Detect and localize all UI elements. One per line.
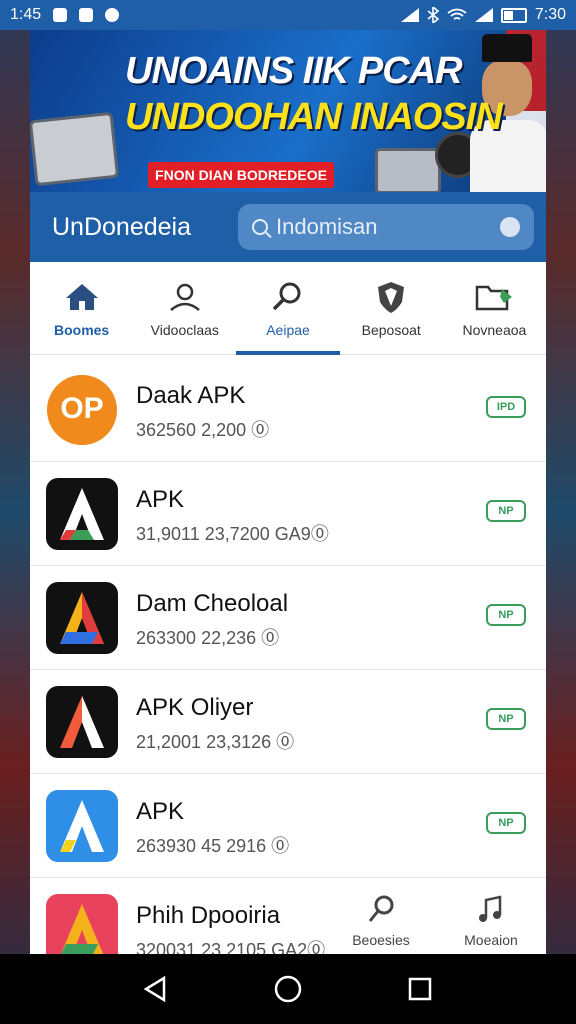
app-meta: 320031 23,2105 GA2⓪ [136, 940, 326, 954]
search-input[interactable]: Indomisan [238, 204, 534, 250]
notification-icon [79, 8, 94, 22]
signal-icon [400, 8, 419, 22]
app-name: APK Oliyer [136, 694, 254, 721]
status-time: 1:45 [10, 6, 42, 23]
background-right [546, 0, 576, 1024]
back-button[interactable] [132, 965, 180, 1013]
tab-downloads[interactable]: Novneaoa [443, 262, 546, 354]
signal-icon [474, 8, 493, 22]
list-item[interactable]: Dam Cheoloal 263300 22,236 ⓪ NP [30, 566, 546, 670]
profile-icon [167, 280, 203, 314]
status-clock: 7:30 [534, 6, 566, 23]
voice-search-icon[interactable] [500, 217, 520, 237]
app-meta: 263930 45 2916 ⓪ [136, 836, 290, 856]
tab-search[interactable]: Aeipae [236, 262, 340, 355]
list-item[interactable]: OP Daak APK 362560 2,200 ⓪ IPD [30, 358, 546, 462]
install-badge[interactable]: NP [486, 604, 526, 626]
wifi-icon [447, 8, 467, 20]
bluetooth-icon [427, 7, 439, 23]
background-left [0, 0, 30, 1024]
install-badge[interactable]: NP [486, 708, 526, 730]
app-meta: 21,2001 23,3126 ⓪ [136, 732, 295, 752]
app-name: Phih Dpooiria [136, 902, 281, 929]
shield-icon [375, 280, 407, 314]
app-meta: 263300 22,236 ⓪ [136, 628, 280, 648]
circle-icon [105, 8, 120, 22]
tab-videos[interactable]: Vidooclaas [133, 262, 236, 354]
app-title: UnDonedeia [52, 212, 191, 241]
apk-logo-icon [46, 582, 118, 654]
home-button[interactable] [264, 965, 312, 1013]
install-badge[interactable]: NP [486, 812, 526, 834]
recents-icon [408, 977, 432, 1001]
bottom-tab-pin[interactable]: Beoesies [326, 888, 436, 954]
op-logo-icon: OP [46, 374, 118, 446]
install-badge[interactable]: NP [486, 500, 526, 522]
tab-security[interactable]: Beposoat [340, 262, 443, 354]
device-graphic [30, 111, 120, 187]
apk-logo-icon [46, 790, 118, 862]
list-item[interactable]: APK 31,9011 23,7200 GA9⓪ NP [30, 462, 546, 566]
app-name: Dam Cheoloal [136, 590, 289, 617]
app-meta: 31,9011 23,7200 GA9⓪ [136, 524, 329, 544]
home-icon [274, 975, 302, 1003]
status-bar: 1:45 7:30 [0, 0, 576, 30]
apk-logo-icon [46, 478, 118, 550]
search-icon [252, 219, 268, 235]
install-badge[interactable]: IPD [486, 396, 526, 418]
svg-text:OP: OP [60, 392, 103, 425]
app-header: UnDonedeia Indomisan [30, 192, 546, 262]
pin-icon [368, 895, 394, 922]
banner-subtitle: UNDOOHAN INAOSIN [125, 96, 503, 138]
list-item[interactable]: APK 263930 45 2916 ⓪ NP [30, 774, 546, 878]
app-window: UNOAINS IIK PCAR UNDOOHAN INAOSIN FNON D… [30, 30, 546, 954]
home-icon [64, 280, 100, 314]
music-icon [479, 895, 502, 922]
banner-cta-button[interactable]: FNON DIAN BODREDEOE [148, 162, 334, 188]
app-name: APK [136, 486, 185, 513]
search-icon [270, 280, 306, 314]
banner-title: UNOAINS IIK PCAR [125, 50, 463, 92]
tab-bar: Boomes Vidooclaas Aeipae Beposoat Novnea… [30, 262, 546, 355]
bottom-tab-music[interactable]: Moeaion [436, 888, 546, 954]
app-list: OP Daak APK 362560 2,200 ⓪ IPD APK 31,90… [30, 358, 546, 954]
app-name: APK [136, 798, 185, 825]
recents-button[interactable] [396, 965, 444, 1013]
apk-logo-icon [46, 686, 118, 758]
back-icon [143, 975, 166, 1003]
app-meta: 362560 2,200 ⓪ [136, 420, 270, 440]
list-item[interactable]: APK Oliyer 21,2001 23,3126 ⓪ NP [30, 670, 546, 774]
tab-home[interactable]: Boomes [30, 262, 133, 354]
notification-icon [53, 8, 68, 22]
promo-banner[interactable]: UNOAINS IIK PCAR UNDOOHAN INAOSIN FNON D… [30, 30, 546, 192]
apk-logo-icon [46, 894, 118, 954]
bottom-tab-bar: Beoesies Moeaion [326, 888, 546, 954]
device-graphic [375, 148, 441, 192]
folder-icon [474, 280, 514, 314]
system-nav-bar [0, 954, 576, 1024]
search-placeholder: Indomisan [276, 214, 378, 239]
app-name: Daak APK [136, 382, 246, 409]
battery-icon [500, 7, 527, 23]
